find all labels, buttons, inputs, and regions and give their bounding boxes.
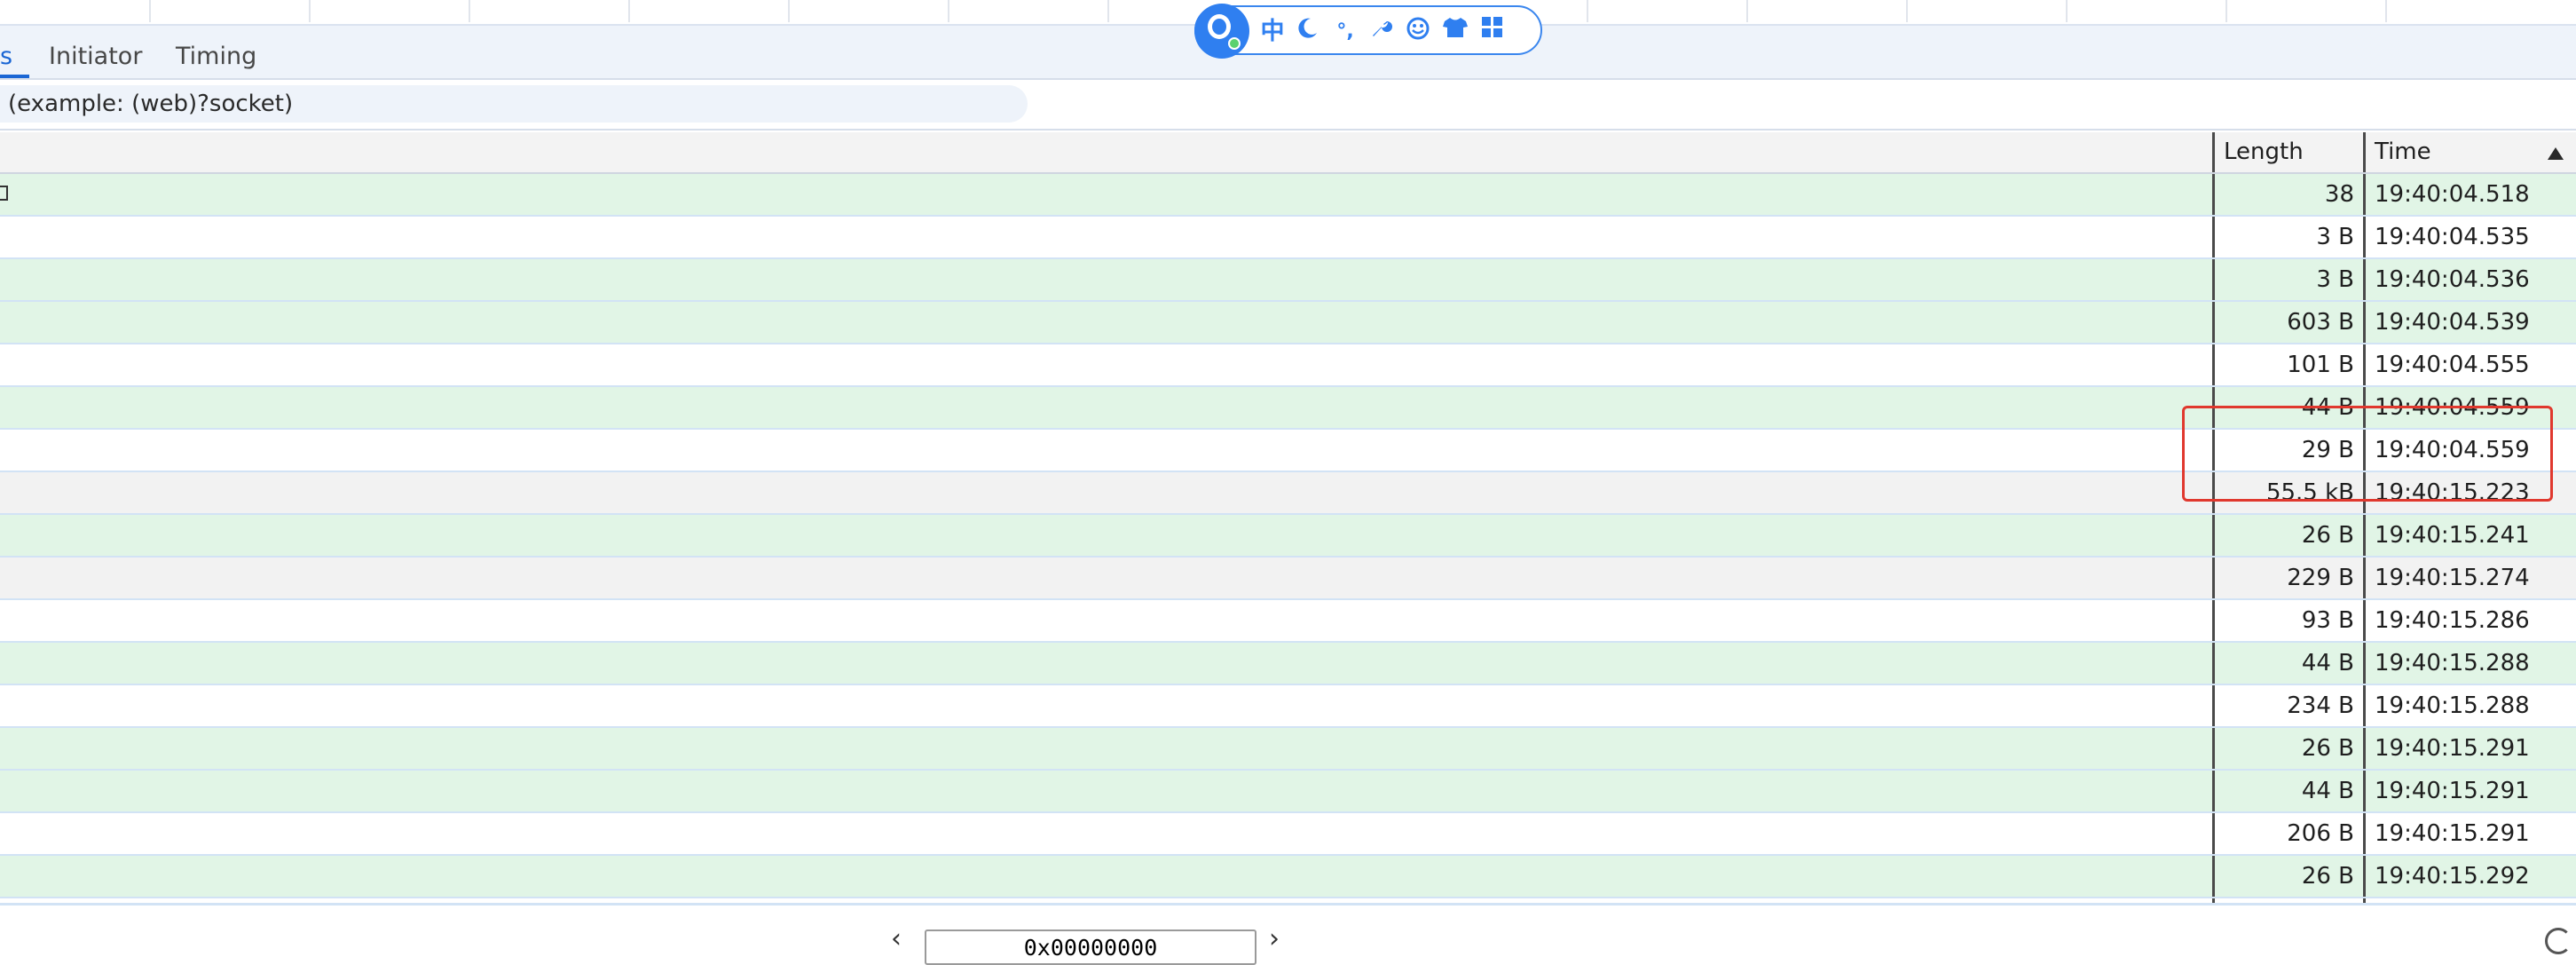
cell-time: 19:40:15.274 <box>2363 558 2576 598</box>
cell-length: 3 B <box>2212 217 2363 257</box>
ruler-tick <box>1107 0 1109 22</box>
table-row[interactable]: 603 B 19:40:04.539 <box>0 302 2576 344</box>
table-row[interactable]: 229 B 19:40:15.274 <box>0 558 2576 600</box>
grid-icon[interactable] <box>1477 16 1509 48</box>
cell-length: 26 B <box>2212 856 2363 897</box>
cell-time: 19:40:15.223 <box>2363 472 2576 513</box>
ruler-tick <box>469 0 470 22</box>
table-body: 38 19:40:04.518 3 B 19:40:04.535 3 B 19:40:04… <box>0 174 2576 903</box>
cell-length: 3 B <box>2212 259 2363 300</box>
offset-input[interactable] <box>925 929 1256 965</box>
message-type-icon <box>0 186 8 201</box>
cell-time: 19:40:15.286 <box>2363 600 2576 641</box>
tab-initiator[interactable]: Initiator <box>49 26 142 78</box>
previous-page-button[interactable]: ‹ <box>891 923 902 954</box>
cell-length: 234 B <box>2212 685 2363 726</box>
tab-messages[interactable]: s <box>0 26 29 78</box>
ruler-tick <box>2225 0 2227 22</box>
table-row[interactable]: 234 B 19:40:15.288 <box>0 685 2576 728</box>
filter-input[interactable] <box>0 85 1028 123</box>
column-header-time[interactable]: Time <box>2363 132 2576 172</box>
cell-length: 44 B <box>2212 771 2363 811</box>
table-row[interactable]: 101 B 19:40:04.555 <box>0 344 2576 387</box>
ruler-tick <box>948 0 949 22</box>
cell-time: 19:40:15.292 <box>2363 856 2576 897</box>
ruler-tick <box>2385 0 2387 22</box>
table-row[interactable]: 26 B 19:40:15.292 <box>0 856 2576 898</box>
moon-icon[interactable] <box>1292 16 1324 48</box>
ruler-tick <box>1587 0 1588 22</box>
cell-length: 93 B <box>2212 600 2363 641</box>
ruler-tick <box>309 0 311 22</box>
table-row[interactable]: 206 B 19:40:15.291 <box>0 813 2576 856</box>
filter-bar <box>0 80 2576 131</box>
messages-table: Length Time 38 19:40:04.518 3 B 19:40:04.53… <box>0 132 2576 903</box>
table-row[interactable]: 26 B 19:40:15.291 <box>0 728 2576 771</box>
sort-ascending-icon <box>2548 147 2564 160</box>
smiley-icon[interactable] <box>1402 16 1434 48</box>
cell-time: 19:40:15.288 <box>2363 685 2576 726</box>
cell-time: 19:40:04.559 <box>2363 430 2576 471</box>
table-row[interactable]: 38 19:40:04.518 <box>0 174 2576 217</box>
cell-length: 26 B <box>2212 515 2363 556</box>
cell-length: 29 B <box>2212 430 2363 471</box>
cell-length: 44 B <box>2212 643 2363 684</box>
table-row[interactable]: 3 B 19:40:04.535 <box>0 217 2576 259</box>
table-header: Length Time <box>0 132 2576 174</box>
cell-time: 19:40:15.291 <box>2363 771 2576 811</box>
cell-length: 229 B <box>2212 558 2363 598</box>
column-header-time-label: Time <box>2375 138 2431 165</box>
table-row[interactable]: 29 B 19:40:04.559 <box>0 430 2576 472</box>
cell-time: 19:40:15.288 <box>2363 643 2576 684</box>
table-row[interactable]: 3 B 19:40:04.536 <box>0 259 2576 302</box>
column-header-length[interactable]: Length <box>2212 132 2363 172</box>
wrench-icon[interactable] <box>1365 16 1397 48</box>
punctuation-icon[interactable]: °, <box>1329 16 1361 48</box>
ruler-tick <box>2066 0 2068 22</box>
cell-time: 19:40:15.291 <box>2363 813 2576 854</box>
ime-logo-icon[interactable] <box>1194 4 1249 59</box>
table-row[interactable]: 44 B 19:40:15.291 <box>0 771 2576 813</box>
cell-time: 19:40:15.291 <box>2363 728 2576 769</box>
refresh-icon[interactable] <box>2545 928 2572 954</box>
ruler-tick <box>1906 0 1908 22</box>
next-page-button[interactable]: › <box>1269 923 1280 954</box>
cell-time: 19:40:04.518 <box>2363 174 2576 215</box>
cell-length: 603 B <box>2212 302 2363 343</box>
ruler-tick <box>628 0 630 22</box>
cell-length: 38 <box>2212 174 2363 215</box>
ruler-tick <box>1746 0 1748 22</box>
chinese-mode-icon[interactable]: 中 <box>1256 16 1288 48</box>
ruler-tick <box>788 0 790 22</box>
cell-length: 26 B <box>2212 728 2363 769</box>
cell-time: 19:40:15.241 <box>2363 515 2576 556</box>
table-row[interactable]: 55.5 kB 19:40:15.223 <box>0 472 2576 515</box>
cell-length: 206 B <box>2212 813 2363 854</box>
shirt-icon[interactable] <box>1439 16 1471 48</box>
table-row[interactable]: 93 B 19:40:15.286 <box>0 600 2576 643</box>
tab-timing[interactable]: Timing <box>176 26 256 78</box>
cell-time: 19:40:04.539 <box>2363 302 2576 343</box>
ime-toolbar[interactable]: 中 °, <box>1194 4 1542 59</box>
cell-length: 44 B <box>2212 387 2363 428</box>
table-row[interactable]: 44 B 19:40:15.288 <box>0 643 2576 685</box>
cell-length: 101 B <box>2212 344 2363 385</box>
table-row[interactable]: 44 B 19:40:04.559 <box>0 387 2576 430</box>
cell-time: 19:40:04.535 <box>2363 217 2576 257</box>
cell-time: 19:40:04.559 <box>2363 387 2576 428</box>
cell-time: 19:40:04.536 <box>2363 259 2576 300</box>
cell-length: 55.5 kB <box>2212 472 2363 513</box>
binary-viewer-toolbar: ‹ › <box>0 903 2576 965</box>
cell-time: 19:40:04.555 <box>2363 344 2576 385</box>
table-row[interactable]: 26 B 19:40:15.241 <box>0 515 2576 558</box>
ruler-tick <box>149 0 151 22</box>
